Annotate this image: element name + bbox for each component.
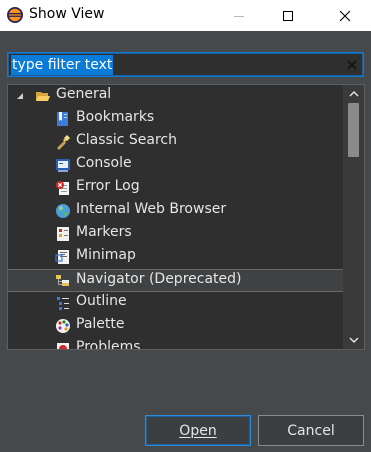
tree-item-minimap[interactable]: Minimap (8, 246, 343, 269)
navigator-icon (55, 273, 71, 289)
problems-icon (55, 341, 71, 349)
tree-item-outline[interactable]: Outline (8, 292, 343, 315)
tree-item-label: Problems (76, 339, 141, 350)
window-title: Show View (29, 6, 105, 22)
folder-open-icon (35, 88, 51, 104)
tree-item-label: Error Log (76, 178, 140, 194)
tree-group-general[interactable]: General (8, 85, 343, 108)
minimize-icon (234, 15, 244, 17)
filter-input-value[interactable]: type filter text (11, 55, 114, 75)
scroll-up-icon[interactable] (343, 85, 364, 103)
markers-icon (55, 226, 71, 242)
globe-icon (55, 203, 71, 219)
outline-icon (55, 295, 71, 311)
tree-scrollbar[interactable] (343, 85, 364, 349)
palette-icon (55, 318, 71, 334)
tree-item-bookmarks[interactable]: Bookmarks (8, 108, 343, 131)
minimap-icon (55, 249, 71, 265)
tree-item-navigator[interactable]: Navigator (Deprecated) (8, 269, 343, 292)
scrollbar-thumb[interactable] (348, 103, 359, 157)
tree-item-error-log[interactable]: Error Log (8, 177, 343, 200)
tree-item-palette[interactable]: Palette (8, 315, 343, 338)
cancel-button[interactable]: Cancel (258, 415, 364, 446)
title-bar: Show View (0, 0, 371, 31)
expanded-triangle-icon[interactable] (16, 90, 26, 100)
tree-item-console[interactable]: Console (8, 154, 343, 177)
filter-input[interactable]: type filter text (7, 52, 364, 77)
tree-item-label: Internal Web Browser (76, 201, 227, 217)
tree-item-internal-web-browser[interactable]: Internal Web Browser (8, 200, 343, 223)
tree-item-label: Markers (76, 224, 132, 240)
view-tree[interactable]: General Bookmarks Classic Search Console… (7, 84, 365, 350)
tree-item-classic-search[interactable]: Classic Search (8, 131, 343, 154)
tree-item-label: Minimap (76, 247, 136, 263)
close-button[interactable] (322, 0, 368, 31)
console-icon (55, 157, 71, 173)
flashlight-icon (55, 134, 71, 150)
error-log-icon (55, 180, 71, 196)
tree-item-label: Outline (76, 293, 127, 309)
tree-item-problems[interactable]: Problems (8, 338, 343, 350)
tree-item-markers[interactable]: Markers (8, 223, 343, 246)
open-button-label: Open (179, 422, 217, 439)
close-icon (339, 10, 351, 21)
tree-item-label: Palette (76, 316, 125, 332)
tree-item-label: Bookmarks (76, 109, 155, 125)
open-button[interactable]: Open (145, 415, 251, 446)
tree-group-label: General (56, 86, 112, 102)
minimize-button[interactable] (216, 0, 262, 31)
tree-item-label: Navigator (Deprecated) (76, 271, 242, 287)
maximize-button[interactable] (265, 0, 311, 31)
scroll-down-icon[interactable] (343, 331, 364, 349)
tree-item-label: Classic Search (76, 132, 177, 148)
tree-item-label: Console (76, 155, 132, 171)
cancel-button-label: Cancel (287, 422, 335, 439)
clear-filter-icon[interactable] (344, 55, 360, 75)
maximize-icon (283, 10, 293, 21)
bookmarks-icon (55, 111, 71, 127)
eclipse-icon (6, 6, 24, 24)
